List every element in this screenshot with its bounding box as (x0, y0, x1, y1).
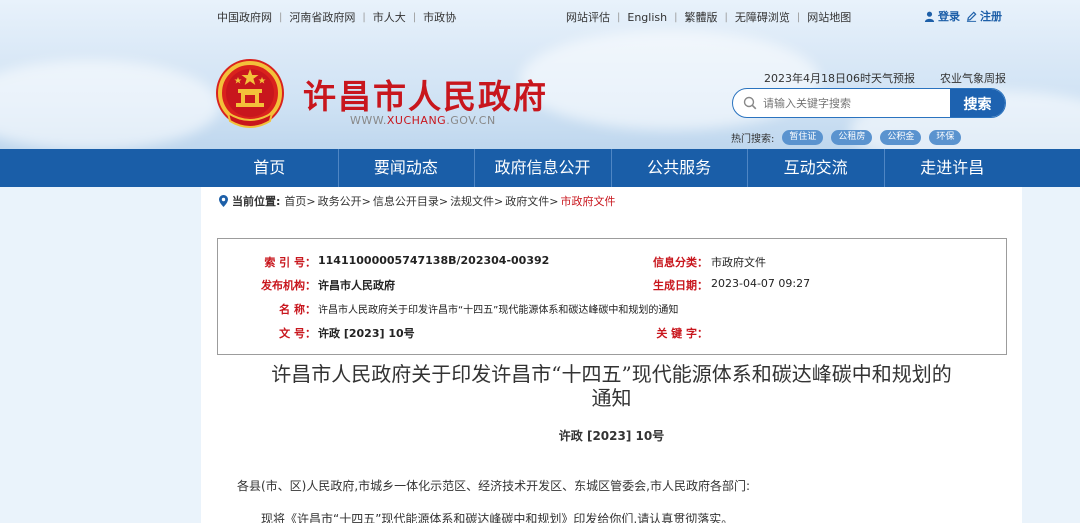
document-title: 许昌市人民政府关于印发许昌市“十四五”现代能源体系和碳达峰碳中和规划的 通知 (201, 362, 1022, 410)
site-header: 中国政府网 | 河南省政府网 | 市人大 | 市政协 网站评估 | Englis… (0, 0, 1080, 149)
breadcrumb: 当前位置: 首页> 政务公开> 信息公开目录> 法规文件> 政府文件> 市政府文… (219, 193, 616, 209)
top-links-right: 网站评估 | English | 繁體版 | 无障碍浏览 | 网站地图 (566, 9, 851, 25)
nav-item-gov-info[interactable]: 政府信息公开 (474, 149, 611, 187)
pencil-icon (966, 11, 977, 22)
top-links-left: 中国政府网 | 河南省政府网 | 市人大 | 市政协 (217, 9, 456, 25)
breadcrumb-item[interactable]: 法规文件> (450, 193, 503, 209)
register-link[interactable]: 注册 (966, 8, 1002, 24)
search-input[interactable] (763, 96, 943, 110)
nav-item-interaction[interactable]: 互动交流 (747, 149, 884, 187)
site-url-suffix: .GOV.CN (446, 114, 496, 127)
docno-label: 文 号： (279, 327, 316, 340)
category-label: 信息分类： (653, 256, 708, 269)
agri-weather-link[interactable]: 农业气象周报 (940, 70, 1006, 86)
login-area: 登录 注册 (924, 8, 1008, 24)
cloud-decoration (0, 60, 220, 149)
hot-tag[interactable]: 暂住证 (782, 130, 824, 145)
site-url: WWW.XUCHANG.GOV.CN (350, 114, 496, 127)
location-pin-icon (219, 195, 228, 207)
link-english[interactable]: English (627, 11, 667, 24)
divider: | (796, 11, 801, 23)
search-box: 搜索 (732, 88, 1006, 118)
date-value: 2023-04-07 09:27 (711, 277, 811, 290)
breadcrumb-label: 当前位置: (232, 195, 281, 208)
hot-search: 热门搜索: 暂住证 公租房 公积金 环保 (731, 130, 962, 145)
weather-forecast-link[interactable]: 2023年4月18日06时天气预报 (764, 70, 915, 86)
hot-tag[interactable]: 公积金 (880, 130, 922, 145)
document-paragraph: 各县(市、区)人民政府,市城乡一体化示范区、经济技术开发区、东城区管委会,市人民… (237, 479, 751, 493)
link-site-evaluation[interactable]: 网站评估 (566, 9, 610, 25)
document-title-line: 通知 (591, 386, 632, 410)
site-url-prefix: WWW. (350, 114, 387, 127)
search-button[interactable]: 搜索 (950, 89, 1005, 117)
name-label: 名 称： (279, 303, 316, 316)
index-label: 索 引 号： (264, 256, 316, 269)
link-henan-gov[interactable]: 河南省政府网 (289, 9, 355, 25)
login-label: 登录 (938, 10, 960, 23)
site-title[interactable]: 许昌市人民政府 (303, 70, 548, 118)
index-value: 11411000005747138B/202304-00392 (318, 254, 550, 267)
link-sitemap[interactable]: 网站地图 (807, 9, 851, 25)
link-china-gov[interactable]: 中国政府网 (217, 9, 272, 25)
breadcrumb-item[interactable]: 政务公开> (318, 193, 371, 209)
main-nav: 首页 要闻动态 政府信息公开 公共服务 互动交流 走进许昌 (0, 149, 1080, 187)
document-number: 许政 [2023] 10号 (558, 429, 665, 443)
nav-item-home[interactable]: 首页 (201, 149, 338, 187)
search-icon (743, 96, 757, 110)
divider: | (724, 11, 728, 23)
hot-tag[interactable]: 环保 (929, 130, 962, 145)
name-value: 许昌市人民政府关于印发许昌市“十四五”现代能源体系和碳达峰碳中和规划的通知 (318, 305, 679, 316)
content-panel: 当前位置: 首页> 政务公开> 信息公开目录> 法规文件> 政府文件> 市政府文… (201, 187, 1022, 523)
hot-search-label: 热门搜索: (731, 134, 775, 145)
publisher-label: 发布机构： (261, 279, 316, 292)
publisher-value: 许昌市人民政府 (318, 279, 395, 292)
keyword-label: 关 键 字： (656, 327, 708, 340)
breadcrumb-item[interactable]: 政府文件> (505, 193, 558, 209)
category-value: 市政府文件 (711, 256, 766, 269)
link-cppcc[interactable]: 市政协 (423, 9, 456, 25)
divider: | (279, 11, 283, 23)
nav-item-news[interactable]: 要闻动态 (337, 149, 475, 187)
nav-item-about-xuchang[interactable]: 走进许昌 (883, 149, 1021, 187)
login-link[interactable]: 登录 (924, 8, 960, 24)
divider: | (674, 11, 678, 23)
breadcrumb-item[interactable]: 首页> (284, 193, 315, 209)
site-url-main: XUCHANG (386, 114, 447, 127)
link-traditional[interactable]: 繁體版 (684, 9, 717, 25)
link-accessibility[interactable]: 无障碍浏览 (735, 9, 790, 25)
national-emblem-icon[interactable] (214, 57, 286, 133)
docno-value: 许政 [2023] 10号 (318, 327, 415, 340)
document-paragraph: 现将《许昌市“十四五”现代能源体系和碳达峰碳中和规划》印发给你们,请认真贯彻落实… (261, 512, 734, 523)
date-label: 生成日期： (653, 279, 708, 292)
document-title-line: 许昌市人民政府关于印发许昌市“十四五”现代能源体系和碳达峰碳中和规划的 (271, 362, 952, 386)
link-npc[interactable]: 市人大 (373, 9, 406, 25)
register-label: 注册 (980, 10, 1002, 23)
divider: | (362, 11, 366, 23)
divider: | (412, 11, 417, 23)
divider: | (617, 11, 621, 23)
document-info-table: 索 引 号： 11411000005747138B/202304-00392 信… (217, 238, 1007, 355)
hot-tag[interactable]: 公租房 (831, 130, 873, 145)
breadcrumb-current[interactable]: 市政府文件 (561, 193, 616, 209)
user-icon (924, 11, 935, 22)
nav-item-public-service[interactable]: 公共服务 (610, 149, 748, 187)
breadcrumb-item[interactable]: 信息公开目录> (373, 193, 448, 209)
nav-items: 首页 要闻动态 政府信息公开 公共服务 互动交流 走进许昌 (201, 149, 1021, 187)
